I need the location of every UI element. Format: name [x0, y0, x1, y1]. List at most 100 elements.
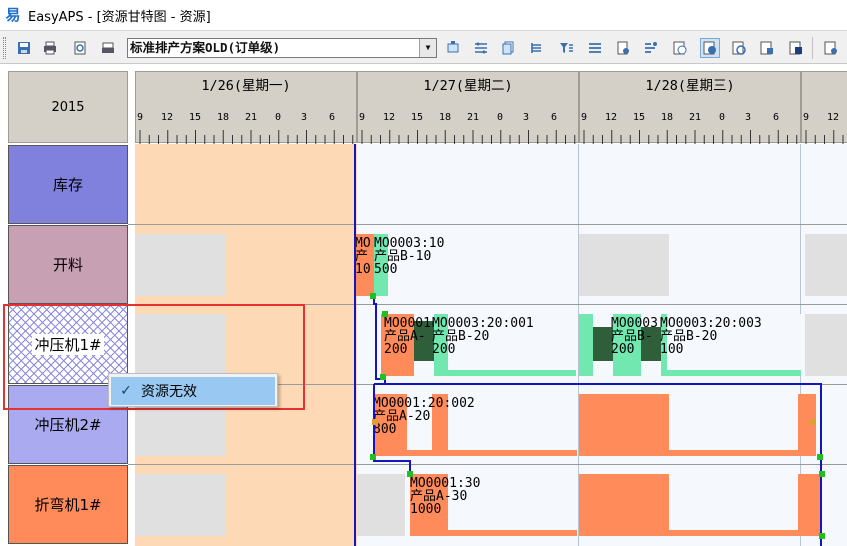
idle-block: [805, 314, 847, 376]
link-handle[interactable]: [819, 533, 825, 539]
link-handle[interactable]: [407, 471, 413, 477]
toolbar-grip[interactable]: [3, 37, 6, 59]
hour-label: 18: [661, 112, 674, 123]
window-title: EasyAPS - [资源甘特图 - 资源]: [28, 9, 211, 25]
idle-block: [357, 474, 405, 536]
clock-icon[interactable]: [670, 38, 690, 58]
view-d-icon[interactable]: [786, 38, 806, 58]
link-handle[interactable]: [380, 374, 386, 380]
list-icon[interactable]: [585, 38, 605, 58]
operation-bar[interactable]: [579, 394, 669, 456]
filter-icon[interactable]: [556, 38, 576, 58]
toolbar: 标准排产方案OLD(订单级) ▼: [0, 30, 847, 64]
operation-label: MO0001:20:002 产品A-20 800: [373, 396, 475, 437]
row-divider: [128, 224, 847, 225]
day-header: 9 12: [801, 71, 847, 144]
title-bar: 易 EasyAPS - [资源甘特图 - 资源]: [0, 0, 847, 30]
link-handle[interactable]: [372, 419, 378, 425]
link-handle[interactable]: [819, 471, 825, 477]
easyaps-logo-icon: 易: [5, 6, 21, 24]
link-handle[interactable]: [370, 293, 376, 299]
hour-label: 15: [411, 112, 424, 123]
hour-ruler: [361, 130, 576, 144]
plan-select-value: 标准排产方案OLD(订单级): [130, 40, 281, 55]
settings-icon[interactable]: [641, 38, 661, 58]
resource-row-cutting[interactable]: 开料: [8, 225, 128, 304]
hour-label: 0: [497, 112, 504, 123]
doc-icon[interactable]: [613, 38, 633, 58]
idle-block: [579, 234, 669, 296]
hour-label: 6: [551, 112, 558, 123]
menu-item-label: 资源无效: [141, 384, 197, 400]
day-header: 1/27(星期二) 9 12 15 18 21 0 3 6: [357, 71, 579, 144]
operation-bar[interactable]: [798, 474, 820, 536]
resource-row-bending[interactable]: 折弯机1#: [8, 465, 128, 544]
hour-label: 12: [383, 112, 396, 123]
menu-item-resource-invalid[interactable]: ✓ 资源无效: [111, 377, 275, 405]
plan-select[interactable]: 标准排产方案OLD(订单级) ▼: [127, 38, 437, 58]
hour-label: 6: [773, 112, 780, 123]
resource-row-inventory[interactable]: 库存: [8, 145, 128, 224]
toolbar-separator: [812, 37, 813, 59]
chevron-down-icon[interactable]: ▼: [419, 39, 436, 57]
hour-label: 12: [827, 112, 840, 123]
hour-label: 9: [581, 112, 588, 123]
day-header: 1/26(星期一) 9 12 15 18 21 0 3 6: [135, 71, 357, 144]
print-preview-icon[interactable]: [70, 38, 90, 58]
link-handle[interactable]: [817, 454, 823, 460]
hour-label: 3: [301, 112, 308, 123]
operation-bar[interactable]: [448, 530, 577, 536]
operation-label: MO0003:20:003 产品B-20 100: [660, 316, 762, 357]
hour-label: 6: [329, 112, 336, 123]
hour-label: 3: [523, 112, 530, 123]
setup-bar[interactable]: [579, 314, 593, 376]
view-c-icon[interactable]: [757, 38, 777, 58]
hour-ruler: [583, 130, 798, 144]
link-handle[interactable]: [370, 454, 376, 460]
operation-bar[interactable]: [669, 530, 801, 536]
check-icon: ✓: [120, 383, 132, 399]
hour-label: 21: [689, 112, 702, 123]
operation-label: MO0001:30 产品A-30 1000: [410, 476, 481, 517]
operation-bar[interactable]: [669, 450, 801, 456]
print-setup-icon[interactable]: [98, 38, 118, 58]
hour-label: 9: [137, 112, 144, 123]
idle-block: [805, 234, 847, 296]
indent-icon[interactable]: [526, 38, 546, 58]
hour-label: 0: [719, 112, 726, 123]
operation-label: MO0003:10 产品B-10 500: [374, 236, 445, 277]
hour-ruler: [139, 130, 354, 144]
view-b-icon[interactable]: [729, 38, 749, 58]
hour-label: 18: [439, 112, 452, 123]
context-menu: ✓ 资源无效: [108, 373, 278, 407]
print-icon[interactable]: [40, 38, 60, 58]
operation-label: MO0003 产品B- 200: [611, 316, 658, 357]
idle-block: [135, 234, 226, 296]
hour-label: 18: [217, 112, 230, 123]
idle-block: [135, 474, 226, 536]
save-icon[interactable]: [14, 38, 34, 58]
view-e-icon[interactable]: [821, 38, 841, 58]
hour-label: 21: [467, 112, 480, 123]
operation-label: MO0003:20:001 产品B-20 200: [432, 316, 534, 357]
hour-label: 12: [161, 112, 174, 123]
hour-label: 15: [633, 112, 646, 123]
setup-bar[interactable]: [593, 327, 613, 361]
view-a-icon[interactable]: [700, 38, 720, 58]
copy-icon[interactable]: [498, 38, 518, 58]
link-handle[interactable]: [382, 311, 388, 317]
hour-label: 0: [275, 112, 282, 123]
operation-label: MO 产 10: [355, 236, 371, 277]
operation-label: MO0001 产品A- 200: [384, 316, 431, 357]
refresh-icon[interactable]: [443, 38, 463, 58]
link-handle[interactable]: [810, 419, 816, 425]
day-header: 1/28(星期三) 9 12 15 18 21 0 3 6: [579, 71, 801, 144]
hour-label: 15: [189, 112, 202, 123]
hour-label: 21: [245, 112, 258, 123]
lines-icon[interactable]: [471, 38, 491, 58]
operation-bar[interactable]: [798, 394, 816, 456]
row-divider: [128, 464, 847, 465]
hour-label: 9: [803, 112, 810, 123]
hour-label: 12: [605, 112, 618, 123]
operation-bar[interactable]: [579, 474, 669, 536]
